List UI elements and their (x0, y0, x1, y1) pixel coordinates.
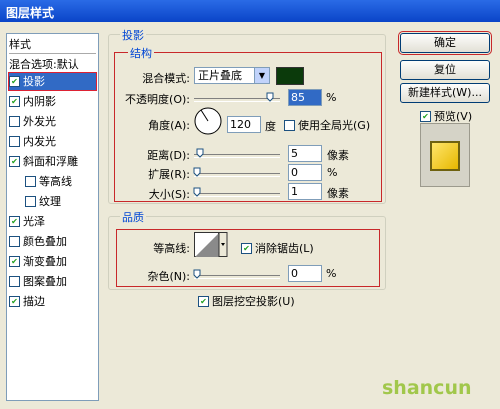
checkbox-stroke[interactable]: ✔ (9, 295, 20, 307)
size-slider-track[interactable] (194, 193, 280, 197)
angle-input[interactable]: 120 (227, 116, 261, 133)
global-light-label: 使用全局光(G) (298, 119, 371, 132)
title-bar: 图层样式 (0, 0, 500, 22)
sidebar-item-stroke[interactable]: ✔ 描边 (9, 293, 96, 310)
size-input[interactable]: 1 (288, 183, 322, 200)
checkbox-gradient-overlay[interactable]: ✔ (9, 255, 20, 267)
checkbox-contour[interactable] (25, 175, 36, 187)
opacity-unit: % (326, 91, 337, 104)
distance-slider-thumb[interactable] (196, 148, 204, 158)
angle-unit: 度 (265, 120, 276, 133)
chevron-down-icon: ▼ (254, 68, 269, 83)
angle-dial[interactable] (193, 106, 223, 136)
spread-input[interactable]: 0 (288, 164, 322, 181)
sidebar-item-label: 纹理 (39, 195, 61, 208)
checkbox-satin[interactable]: ✔ (9, 215, 20, 227)
preview-label: 预览(V) (434, 110, 473, 123)
noise-unit: % (326, 267, 337, 280)
sidebar-item-label: 内阴影 (23, 95, 56, 108)
noise-slider-track[interactable] (194, 275, 280, 279)
global-light-checkbox[interactable]: 使用全局光(G) (284, 117, 370, 133)
size-unit: 像素 (327, 187, 349, 200)
ok-button[interactable]: 确定 (398, 31, 492, 55)
sidebar-item-label: 颜色叠加 (23, 235, 67, 248)
checkbox-bevel-emboss[interactable]: ✔ (9, 155, 20, 167)
spread-slider-track[interactable] (194, 173, 280, 177)
sidebar-item-drop-shadow[interactable]: ✔ 投影 (8, 72, 97, 91)
checkbox-texture[interactable] (25, 195, 36, 207)
spread-slider-thumb[interactable] (193, 167, 201, 177)
sidebar-item-blending-options[interactable]: 混合选项:默认 (9, 56, 96, 73)
checkbox-outer-glow[interactable] (9, 115, 20, 127)
checkbox-box[interactable] (284, 119, 295, 131)
checkbox-box[interactable]: ✔ (241, 242, 252, 254)
checkbox-drop-shadow[interactable]: ✔ (9, 75, 20, 87)
sidebar-item-texture[interactable]: 纹理 (25, 193, 96, 210)
blend-mode-select[interactable]: 正片叠底 ▼ (194, 67, 270, 84)
sidebar-item-bevel-emboss[interactable]: ✔ 斜面和浮雕 (9, 153, 96, 170)
sidebar-item-label: 渐变叠加 (23, 255, 67, 268)
preview-swatch (430, 141, 460, 171)
sidebar-item-label: 混合选项:默认 (9, 58, 79, 71)
checkbox-pattern-overlay[interactable] (9, 275, 20, 287)
sidebar-item-label: 描边 (23, 295, 45, 308)
noise-label: 杂色(N): (147, 270, 190, 283)
sidebar-item-label: 图案叠加 (23, 275, 67, 288)
opacity-slider-thumb[interactable] (266, 92, 274, 102)
window-title: 图层样式 (6, 6, 55, 20)
styles-header: 样式 (9, 36, 96, 54)
angle-label: 角度(A): (148, 119, 190, 132)
styles-list: 样式 混合选项:默认 ✔ 投影 ✔ 内阴影 外发光 内发光 ✔ 斜面和浮雕 等高线 纹… (6, 33, 99, 401)
blend-mode-value: 正片叠底 (198, 69, 242, 82)
noise-input[interactable]: 0 (288, 265, 322, 282)
checkbox-inner-glow[interactable] (9, 135, 20, 147)
noise-slider-thumb[interactable] (193, 269, 201, 279)
shadow-color-swatch[interactable] (276, 67, 304, 85)
spread-unit: % (327, 166, 338, 179)
distance-slider-track[interactable] (194, 154, 280, 158)
sidebar-item-outer-glow[interactable]: 外发光 (9, 113, 96, 130)
drop-shadow-title: 投影 (120, 27, 146, 43)
sidebar-item-inner-shadow[interactable]: ✔ 内阴影 (9, 93, 96, 110)
contour-label: 等高线: (153, 242, 190, 255)
sidebar-item-label: 投影 (23, 75, 45, 88)
sidebar-item-label: 内发光 (23, 135, 56, 148)
sidebar-item-label: 光泽 (23, 215, 45, 228)
structure-title: 结构 (128, 45, 154, 61)
opacity-label: 不透明度(O): (125, 93, 190, 106)
sidebar-item-color-overlay[interactable]: 颜色叠加 (9, 233, 96, 250)
watermark: shancun (382, 377, 472, 399)
contour-picker[interactable] (194, 232, 228, 258)
knockout-label: 图层挖空投影(U) (212, 295, 295, 308)
checkbox-box[interactable]: ✔ (420, 110, 431, 122)
checkbox-inner-shadow[interactable]: ✔ (9, 95, 20, 107)
distance-label: 距离(D): (147, 149, 190, 162)
reset-button[interactable]: 复位 (400, 60, 490, 80)
sidebar-item-satin[interactable]: ✔ 光泽 (9, 213, 96, 230)
distance-unit: 像素 (327, 149, 349, 162)
size-slider-thumb[interactable] (193, 187, 201, 197)
anti-alias-checkbox[interactable]: ✔ 消除锯齿(L) (241, 240, 314, 256)
checkbox-color-overlay[interactable] (9, 235, 20, 247)
sidebar-item-contour[interactable]: 等高线 (25, 173, 96, 190)
anti-alias-label: 消除锯齿(L) (255, 242, 314, 255)
sidebar-item-gradient-overlay[interactable]: ✔ 渐变叠加 (9, 253, 96, 270)
sidebar-item-label: 外发光 (23, 115, 56, 128)
sidebar-item-label: 斜面和浮雕 (23, 155, 78, 168)
quality-title: 品质 (120, 209, 146, 225)
sidebar-item-inner-glow[interactable]: 内发光 (9, 133, 96, 150)
sidebar-item-pattern-overlay[interactable]: 图案叠加 (9, 273, 96, 290)
size-label: 大小(S): (148, 188, 190, 201)
new-style-button[interactable]: 新建样式(W)... (400, 83, 490, 103)
sidebar-item-label: 等高线 (39, 175, 72, 188)
spread-label: 扩展(R): (148, 168, 190, 181)
opacity-input[interactable]: 85 (288, 89, 322, 106)
preview-checkbox[interactable]: ✔ 预览(V) (420, 108, 472, 124)
preview-thumbnail (420, 123, 470, 187)
knockout-checkbox[interactable]: ✔ 图层挖空投影(U) (198, 293, 295, 309)
checkbox-box[interactable]: ✔ (198, 295, 209, 307)
blend-mode-label: 混合模式: (142, 72, 190, 85)
distance-input[interactable]: 5 (288, 145, 322, 162)
